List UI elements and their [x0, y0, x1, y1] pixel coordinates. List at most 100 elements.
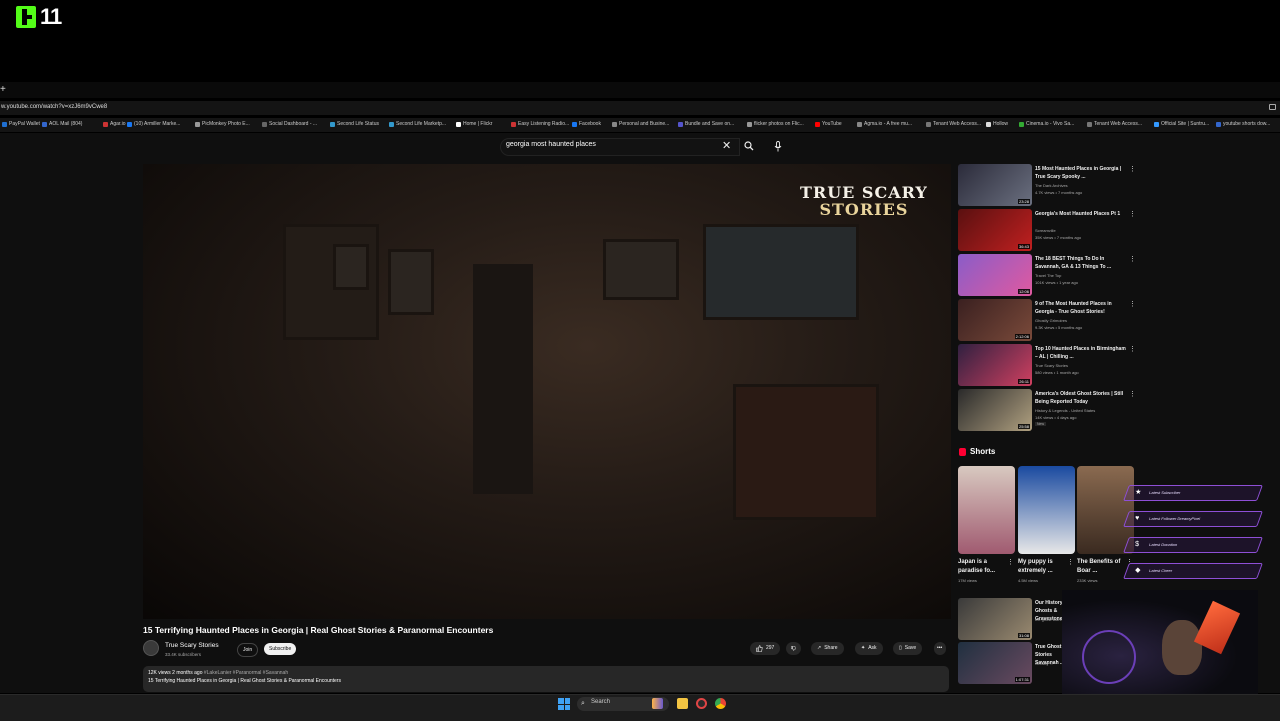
bookmark-label: Agma.io - A free mu...	[864, 121, 913, 127]
windows-start-icon[interactable]	[558, 698, 570, 710]
dislike-button[interactable]	[786, 642, 801, 655]
bookmark-item[interactable]: flicker photos on Flic...	[747, 121, 804, 127]
recommended-title[interactable]: 15 Most Haunted Places in Georgia | True…	[1035, 165, 1129, 181]
recommended-video[interactable]: 36:43 Georgia's Most Haunted Places Pt 1 S…	[958, 209, 1138, 251]
video-thumbnail[interactable]: 23:28	[958, 164, 1032, 206]
bookmark-item[interactable]: Official Site | Suntru...	[1154, 121, 1209, 127]
recommended-title[interactable]: America's Oldest Ghost Stories | Still B…	[1035, 390, 1129, 406]
recommended-video[interactable]: 25:58 America's Oldest Ghost Stories | St…	[958, 389, 1138, 431]
join-button[interactable]: Join	[237, 643, 259, 657]
more-options-icon[interactable]: ⋮	[1007, 558, 1014, 566]
stream-alerts-overlay: ★ Latest Subscriber ♥ Latest Follower Dream…	[1123, 485, 1263, 581]
bookmark-item[interactable]: Hollow	[986, 121, 1008, 127]
bookmark-item[interactable]: Easy Listening Radio...	[511, 121, 569, 127]
more-options-icon[interactable]: ⋮	[1129, 300, 1136, 308]
save-button[interactable]: ▯ Save	[893, 642, 923, 655]
bookmark-item[interactable]: Social Dashboard - ...	[262, 121, 317, 127]
short-title[interactable]: Japan is a paradise fo...	[958, 558, 1004, 576]
bookmark-item[interactable]: youtube shorts dow...	[1216, 121, 1270, 127]
search-input[interactable]: georgia most haunted places	[506, 141, 596, 148]
channel-avatar[interactable]	[143, 640, 159, 656]
bookmark-item[interactable]: YouTube	[815, 121, 842, 127]
short-views: 233K views	[1077, 578, 1098, 583]
more-options-icon[interactable]: ⋮	[1067, 558, 1074, 566]
video-thumbnail[interactable]: 26:11	[958, 344, 1032, 386]
video-thumbnail[interactable]: 12:06	[958, 254, 1032, 296]
more-options-icon[interactable]: ⋮	[1129, 390, 1136, 398]
video-thumbnail[interactable]: 36:43	[958, 209, 1032, 251]
like-button[interactable]: 297	[750, 642, 781, 655]
bookmark-item[interactable]: PayPal Wallet	[2, 121, 40, 127]
recommended-channel[interactable]: History & Legends - United States	[1035, 408, 1095, 413]
video-thumbnail[interactable]: 31:08	[958, 598, 1032, 640]
recommended-channel[interactable]: Screamville	[1035, 228, 1056, 233]
share-button[interactable]: ↗ Share	[811, 642, 844, 655]
bookmark-item[interactable]: Cinema.io - Vivo Sa...	[1019, 121, 1074, 127]
chrome-icon[interactable]	[715, 698, 726, 709]
more-actions-button[interactable]: •••	[934, 642, 946, 655]
new-tab-button[interactable]: +	[0, 84, 6, 95]
bookmark-item[interactable]: Second Life Status	[330, 121, 379, 127]
more-options-icon[interactable]: ⋮	[1129, 210, 1136, 218]
video-thumbnail[interactable]: 2:12:06	[958, 299, 1032, 341]
short-thumbnail[interactable]	[958, 466, 1015, 554]
taskbar-search-label[interactable]: Search	[591, 699, 610, 705]
search-button[interactable]	[739, 138, 759, 154]
bookmark-item[interactable]: Personal and Busine...	[612, 121, 669, 127]
recommended-title[interactable]: Top 10 Haunted Places in Birmingham – AL…	[1035, 345, 1129, 361]
bookmark-item[interactable]: AOL Mail (804)	[42, 121, 82, 127]
bookmark-item[interactable]: Facebook	[572, 121, 601, 127]
bookmark-item[interactable]: PicMonkey Photo E...	[195, 121, 250, 127]
file-explorer-icon[interactable]	[677, 698, 688, 709]
bookmark-label: AOL Mail (804)	[49, 121, 83, 127]
recommended-video[interactable]: 2:12:06 9 of The Most Haunted Places in G…	[958, 299, 1138, 341]
bookmark-favicon-icon	[678, 121, 683, 127]
bookmark-item[interactable]: Agma.io - A free mu...	[857, 121, 912, 127]
bookmark-item[interactable]: Home | Flickr	[456, 121, 492, 127]
recommended-video[interactable]: 12:06 The 18 BEST Things To Do In Savanna…	[958, 254, 1138, 296]
clear-search-icon[interactable]: ✕	[722, 139, 731, 152]
recommended-video[interactable]: 26:11 Top 10 Haunted Places in Birmingham…	[958, 344, 1138, 386]
obs-icon[interactable]	[696, 698, 707, 709]
bookmark-item[interactable]: Second Life Marketp...	[389, 121, 446, 127]
bookmark-item[interactable]: Tenant Web Access...	[1087, 121, 1142, 127]
recommended-video[interactable]: 23:28 15 Most Haunted Places in Georgia |…	[958, 164, 1138, 206]
recommended-channel[interactable]: Ghostly Grimoires	[1035, 318, 1067, 323]
more-options-icon[interactable]: ⋮	[1129, 165, 1136, 173]
recommended-channel[interactable]: The Dark Archives	[1035, 183, 1068, 188]
recommended-channel[interactable]: True Scary Stories	[1035, 363, 1068, 368]
more-options-icon[interactable]: ⋮	[1129, 255, 1136, 263]
short-views: 4.5M views	[1018, 578, 1039, 583]
video-player[interactable]	[143, 164, 951, 619]
recommended-channel[interactable]: Ghostly ...	[1035, 661, 1053, 666]
short-title[interactable]: The Benefits of Boar ...	[1077, 558, 1123, 576]
address-bar[interactable]	[0, 101, 1280, 115]
share-icon: ↗	[817, 645, 822, 651]
url-text[interactable]: w.youtube.com/watch?v=xzJ6m9vCwe8	[1, 104, 107, 110]
subscribe-button[interactable]: Subscribe	[264, 643, 297, 655]
more-options-icon[interactable]: ⋮	[1129, 345, 1136, 353]
hashtags[interactable]: #LakeLanier #Paranormal #Savannah	[204, 670, 288, 676]
recommended-title[interactable]: The 18 BEST Things To Do In Savannah, GA…	[1035, 255, 1129, 271]
thumbs-up-icon	[756, 645, 763, 652]
widgets-icon[interactable]	[652, 698, 663, 709]
video-thumbnail[interactable]: 25:58	[958, 389, 1032, 431]
sidepanel-icon[interactable]	[1269, 104, 1276, 110]
recommended-channel[interactable]: Travel The Top	[1035, 273, 1061, 278]
short-thumbnail[interactable]	[1018, 466, 1075, 554]
voice-search-button[interactable]	[770, 138, 786, 154]
recommended-title[interactable]: Georgia's Most Haunted Places Pt 1	[1035, 210, 1129, 218]
bookmark-item[interactable]: (10) Armiller Marke...	[127, 121, 180, 127]
channel-name[interactable]: True Scary Stories	[165, 642, 219, 649]
stream-alert: ◆ Latest Cheer	[1123, 563, 1263, 579]
ask-button[interactable]: ✦ Ask	[855, 642, 883, 655]
recommended-channel[interactable]: the ghost tours	[1035, 617, 1061, 622]
video-thumbnail[interactable]: 1:07:31	[958, 642, 1032, 684]
bookmark-favicon-icon	[330, 121, 335, 127]
recommended-title[interactable]: 9 of The Most Haunted Places in Georgia …	[1035, 300, 1129, 316]
bookmark-item[interactable]: Tenant Web Access...	[926, 121, 981, 127]
bookmark-item[interactable]: Agar.io	[103, 121, 126, 127]
microphone-icon	[774, 140, 782, 151]
bookmark-item[interactable]: Bundle and Save on...	[678, 121, 734, 127]
short-title[interactable]: My puppy is extremely ...	[1018, 558, 1064, 576]
